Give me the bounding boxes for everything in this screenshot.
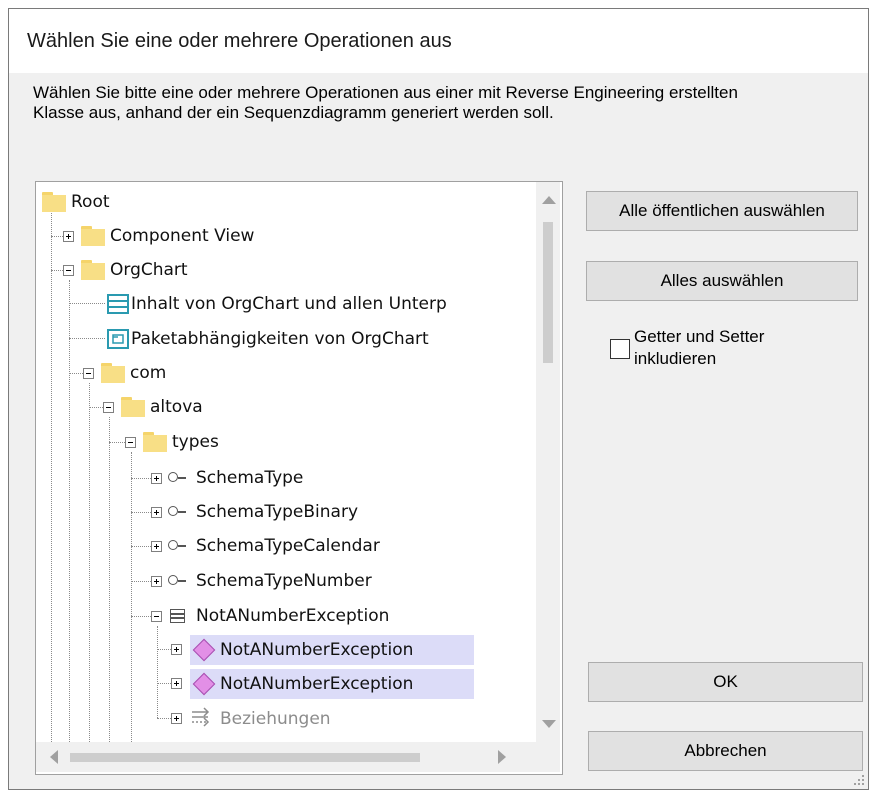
expand-icon[interactable] (151, 541, 162, 552)
tree-line (51, 206, 52, 742)
operation-tree[interactable]: Root Component View OrgChart Inhalt von … (35, 181, 563, 775)
tree-line (69, 373, 83, 374)
scroll-right-icon[interactable] (498, 750, 506, 764)
expand-icon[interactable] (151, 576, 162, 587)
content-diagram-icon (107, 294, 129, 314)
tree-viewport: Root Component View OrgChart Inhalt von … (36, 182, 534, 742)
tree-line (131, 478, 151, 479)
folder-icon (121, 397, 145, 417)
tree-line (131, 581, 151, 582)
folder-icon (143, 432, 167, 452)
expand-icon[interactable] (171, 644, 182, 655)
tree-node-label: Inhalt von OrgChart und allen Unterp (131, 294, 447, 314)
scrollbar-corner (534, 742, 560, 772)
tree-node-label: Paketabhängigkeiten von OrgChart (131, 329, 429, 349)
vertical-scroll-thumb[interactable] (543, 222, 553, 363)
folder-icon (81, 260, 105, 280)
scroll-left-icon[interactable] (50, 750, 58, 764)
tree-node-label: Beziehungen (220, 709, 331, 729)
folder-icon (81, 226, 105, 246)
collapse-icon[interactable] (151, 611, 162, 622)
tree-line (109, 442, 125, 443)
getter-setter-checkbox[interactable] (610, 339, 630, 359)
horizontal-scroll-thumb[interactable] (70, 753, 420, 762)
tree-line (131, 452, 132, 742)
getter-setter-label: Getter und Setter inkludieren (634, 327, 765, 368)
relations-icon (192, 707, 210, 727)
expand-icon[interactable] (151, 473, 162, 484)
instruction-text: Wählen Sie bitte eine oder mehrere Opera… (33, 83, 738, 122)
title-bar: Wählen Sie eine oder mehrere Operationen… (9, 9, 868, 73)
tree-line (157, 683, 171, 684)
expand-icon[interactable] (63, 231, 74, 242)
tree-node-label: SchemaType (196, 468, 304, 488)
package-diagram-icon (107, 329, 129, 349)
collapse-icon[interactable] (103, 402, 114, 413)
tree-line (157, 626, 158, 718)
horizontal-scrollbar[interactable] (36, 742, 534, 772)
tree-line (69, 280, 70, 742)
expand-icon[interactable] (171, 713, 182, 724)
tree-node-label: SchemaTypeCalendar (196, 536, 380, 556)
collapse-icon[interactable] (125, 437, 136, 448)
select-public-button[interactable]: Alle öffentlichen auswählen (586, 191, 858, 231)
tree-node-label: OrgChart (110, 260, 188, 280)
tree-node-label: Root (71, 192, 110, 212)
tree-node-label: NotANumberException (220, 640, 414, 660)
tree-node-label: SchemaTypeNumber (196, 571, 372, 591)
tree-node-label: Component View (110, 226, 255, 246)
resize-grip-icon[interactable] (852, 773, 866, 787)
tree-node-label: NotANumberException (196, 606, 390, 626)
tree-line (89, 383, 90, 742)
tree-line (131, 616, 151, 617)
cancel-button[interactable]: Abbrechen (588, 731, 863, 771)
tree-node-label: com (130, 363, 167, 383)
collapse-icon[interactable] (63, 265, 74, 276)
tree-line (51, 236, 63, 237)
select-all-button[interactable]: Alles auswählen (586, 261, 858, 301)
tree-line (69, 303, 105, 304)
tree-line (89, 407, 103, 408)
tree-node-label: SchemaTypeBinary (196, 502, 359, 522)
folder-icon (101, 363, 125, 383)
tree-line (157, 649, 171, 650)
ok-button[interactable]: OK (588, 662, 863, 702)
tree-line (109, 417, 110, 742)
tree-line (131, 546, 151, 547)
tree-line (51, 270, 63, 271)
tree-node-label: NotANumberException (220, 674, 414, 694)
dialog-window: Wählen Sie eine oder mehrere Operationen… (8, 8, 869, 790)
scroll-up-icon[interactable] (542, 196, 556, 204)
tree-line (157, 718, 171, 719)
dialog-title: Wählen Sie eine oder mehrere Operationen… (27, 30, 452, 52)
tree-node-label: types (172, 432, 219, 452)
tree-line (69, 338, 105, 339)
scroll-down-icon[interactable] (542, 720, 556, 728)
class-icon (170, 609, 185, 623)
expand-icon[interactable] (171, 678, 182, 689)
tree-line (131, 512, 151, 513)
tree-node-label: altova (150, 397, 203, 417)
folder-icon (42, 192, 66, 212)
vertical-scrollbar[interactable] (536, 182, 560, 742)
expand-icon[interactable] (151, 507, 162, 518)
collapse-icon[interactable] (83, 368, 94, 379)
